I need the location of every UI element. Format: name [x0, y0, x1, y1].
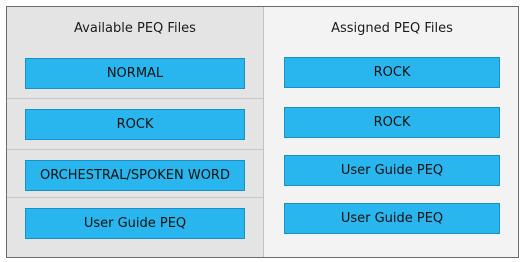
available-peq-title: Available PEQ Files — [74, 21, 196, 36]
assigned-peq-user-guide-button-2[interactable]: User Guide PEQ — [284, 203, 500, 234]
available-peq-normal-button[interactable]: NORMAL — [25, 58, 245, 89]
available-slot-1: NORMAL — [7, 47, 263, 97]
available-peq-rock-button[interactable]: ROCK — [25, 109, 245, 140]
assigned-peq-column: Assigned PEQ Files ROCK ROCK User Guide … — [264, 7, 518, 257]
assigned-peq-rock-button-1[interactable]: ROCK — [284, 57, 500, 88]
assigned-peq-user-guide-button-1[interactable]: User Guide PEQ — [284, 155, 500, 186]
peq-files-panel: Available PEQ Files NORMAL ROCK ORCHESTR… — [6, 6, 519, 258]
available-slot-3: ORCHESTRAL/SPOKEN WORD — [7, 149, 263, 199]
available-peq-column: Available PEQ Files NORMAL ROCK ORCHESTR… — [7, 7, 264, 257]
available-slot-4: User Guide PEQ — [7, 197, 263, 257]
available-slot-2: ROCK — [7, 98, 263, 148]
assigned-peq-title: Assigned PEQ Files — [331, 21, 453, 36]
assigned-peq-rock-button-2[interactable]: ROCK — [284, 107, 500, 138]
available-peq-user-guide-button[interactable]: User Guide PEQ — [25, 208, 245, 239]
available-peq-orchestral-button[interactable]: ORCHESTRAL/SPOKEN WORD — [25, 160, 245, 191]
